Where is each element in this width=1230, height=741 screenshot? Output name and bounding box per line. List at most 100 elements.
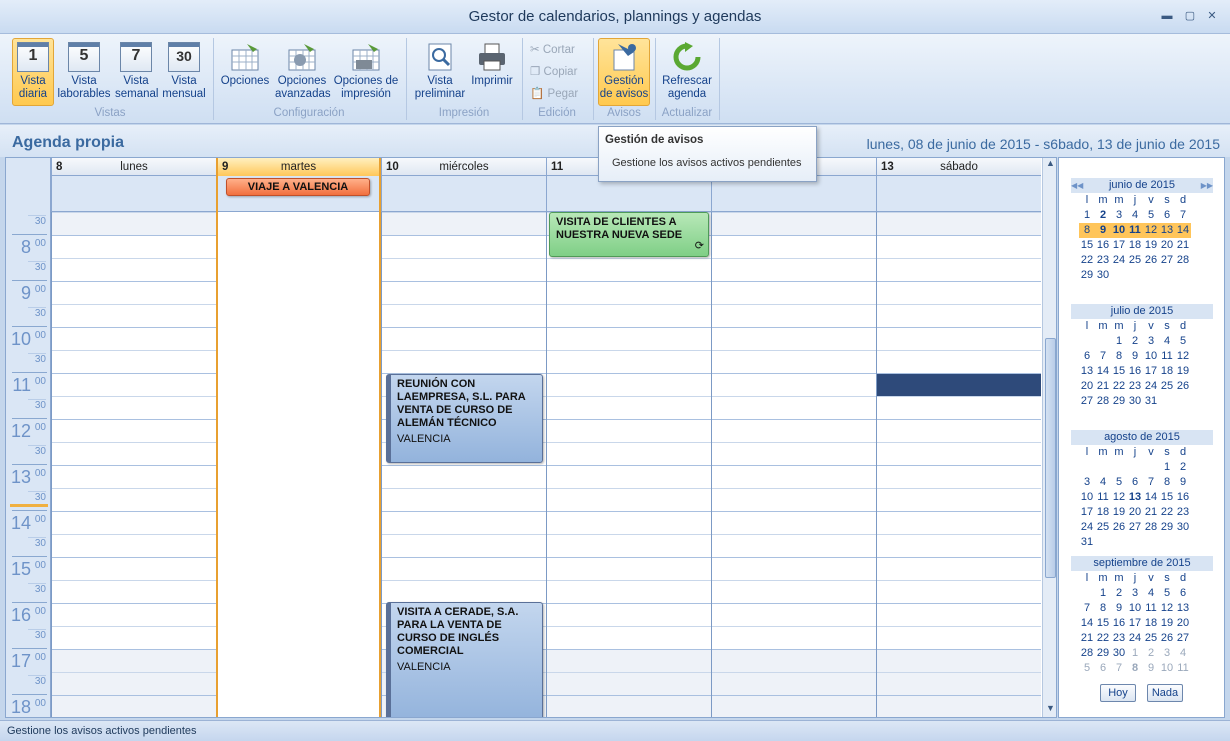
- day-col-9[interactable]: [216, 212, 381, 717]
- mini-calendar-day[interactable]: 12: [1143, 223, 1159, 238]
- day-col-11[interactable]: [546, 212, 711, 717]
- scroll-up-icon[interactable]: ▲: [1044, 158, 1056, 172]
- mini-calendar-day[interactable]: 15: [1095, 616, 1111, 631]
- mini-calendar-day[interactable]: 3: [1143, 334, 1159, 349]
- mini-calendar-day[interactable]: 5: [1143, 208, 1159, 223]
- mini-calendar-day[interactable]: 27: [1127, 520, 1143, 535]
- opciones-impresion-button[interactable]: Opciones de impresión: [332, 38, 400, 106]
- gestion-avisos-button[interactable]: Gestión de avisos: [598, 38, 650, 106]
- mini-calendar-day[interactable]: 6: [1159, 208, 1175, 223]
- mini-calendar-day[interactable]: 7: [1079, 601, 1095, 616]
- mini-calendar-day[interactable]: 4: [1143, 586, 1159, 601]
- event-reunion-laempresa[interactable]: REUNIÓN CON LAEMPRESA, S.L. PARA VENTA D…: [386, 374, 543, 463]
- mini-calendar-day[interactable]: 23: [1127, 379, 1143, 394]
- mini-calendar-day[interactable]: 8: [1159, 475, 1175, 490]
- mini-calendar-day[interactable]: 25: [1127, 253, 1143, 268]
- allday-cell[interactable]: [51, 176, 216, 212]
- mini-calendar-day[interactable]: 12: [1159, 601, 1175, 616]
- mini-calendar-day[interactable]: 7: [1143, 475, 1159, 490]
- mini-calendar-day[interactable]: 18: [1095, 505, 1111, 520]
- mini-calendar-day[interactable]: 22: [1079, 253, 1095, 268]
- mini-calendar-day[interactable]: 16: [1175, 490, 1191, 505]
- mini-calendar-day[interactable]: 17: [1079, 505, 1095, 520]
- mini-calendar-day[interactable]: 8: [1095, 601, 1111, 616]
- mini-calendar-day[interactable]: 8: [1079, 223, 1095, 238]
- mini-calendar-day[interactable]: 28: [1143, 520, 1159, 535]
- mini-calendar-day[interactable]: 9: [1095, 223, 1111, 238]
- mini-calendar-day[interactable]: 11: [1143, 601, 1159, 616]
- mini-calendar-day[interactable]: 29: [1079, 268, 1095, 283]
- vista-semanal-button[interactable]: 7 Vista semanal: [114, 38, 158, 106]
- mini-calendar-day[interactable]: 20: [1079, 379, 1095, 394]
- mini-calendar-day[interactable]: 4: [1127, 208, 1143, 223]
- scroll-down-icon[interactable]: ▼: [1044, 703, 1056, 717]
- mini-calendar-day[interactable]: 30: [1175, 520, 1191, 535]
- mini-calendar-day[interactable]: 9: [1175, 475, 1191, 490]
- mini-calendar-day[interactable]: 19: [1111, 505, 1127, 520]
- mini-calendar-day[interactable]: 30: [1095, 268, 1111, 283]
- cortar-button[interactable]: ✂ Cortar: [530, 42, 575, 56]
- allday-cell[interactable]: [876, 176, 1041, 212]
- imprimir-button[interactable]: Imprimir: [468, 38, 516, 106]
- mini-calendar-day[interactable]: 13: [1175, 601, 1191, 616]
- mini-calendar-day[interactable]: 2: [1111, 586, 1127, 601]
- mini-calendar-day[interactable]: 7: [1175, 208, 1191, 223]
- mini-calendar-day[interactable]: 6: [1127, 475, 1143, 490]
- mini-calendar-day[interactable]: 15: [1159, 490, 1175, 505]
- mini-calendar-day[interactable]: 18: [1143, 616, 1159, 631]
- mini-calendar-day[interactable]: 21: [1143, 505, 1159, 520]
- mini-calendar-day[interactable]: 2: [1143, 646, 1159, 661]
- mini-calendar-day[interactable]: 9: [1143, 661, 1159, 676]
- mini-calendar-day[interactable]: 26: [1143, 253, 1159, 268]
- mini-calendar-day[interactable]: 5: [1175, 334, 1191, 349]
- mini-calendar-day[interactable]: 3: [1079, 475, 1095, 490]
- mini-calendar-day[interactable]: 6: [1079, 349, 1095, 364]
- day-col-13[interactable]: [876, 212, 1041, 717]
- mini-calendar-day[interactable]: 31: [1143, 394, 1159, 409]
- prev-month-icon[interactable]: ◀◀: [1071, 178, 1083, 193]
- mini-calendar-day[interactable]: 18: [1159, 364, 1175, 379]
- day-header-1[interactable]: lunes 8: [51, 158, 216, 176]
- mini-calendar-day[interactable]: 31: [1079, 535, 1095, 550]
- selected-time-slot[interactable]: [877, 374, 1041, 396]
- mini-calendar-day[interactable]: 5: [1159, 586, 1175, 601]
- hoy-button[interactable]: Hoy: [1100, 684, 1136, 702]
- mini-calendar-day[interactable]: 4: [1095, 475, 1111, 490]
- vertical-scrollbar[interactable]: ▲ ▼: [1042, 158, 1056, 717]
- mini-calendar-day[interactable]: 2: [1175, 460, 1191, 475]
- mini-calendar-day[interactable]: 13: [1159, 223, 1175, 238]
- day-col-8[interactable]: [51, 212, 216, 717]
- mini-calendar-day[interactable]: 10: [1111, 223, 1127, 238]
- mini-calendar-day[interactable]: 17: [1143, 364, 1159, 379]
- mini-calendar-day[interactable]: 1: [1127, 646, 1143, 661]
- mini-calendar-day[interactable]: 5: [1111, 475, 1127, 490]
- mini-calendar-day[interactable]: 10: [1079, 490, 1095, 505]
- mini-calendar-day[interactable]: 16: [1127, 364, 1143, 379]
- mini-calendar-day[interactable]: 7: [1111, 661, 1127, 676]
- mini-calendar-day[interactable]: 16: [1111, 616, 1127, 631]
- mini-calendar-day[interactable]: 24: [1127, 631, 1143, 646]
- mini-calendar-day[interactable]: 28: [1095, 394, 1111, 409]
- mini-calendar-day[interactable]: 26: [1175, 379, 1191, 394]
- all-day-area[interactable]: VIAJE A VALENCIA: [51, 176, 1041, 212]
- restore-button[interactable]: ▢: [1183, 9, 1197, 23]
- mini-calendar-day[interactable]: 5: [1079, 661, 1095, 676]
- mini-calendar-day[interactable]: 21: [1095, 379, 1111, 394]
- mini-calendar-day[interactable]: 13: [1127, 490, 1143, 505]
- mini-calendar-day[interactable]: 1: [1111, 334, 1127, 349]
- day-header-3[interactable]: miércoles 10: [381, 158, 546, 176]
- mini-calendar-day[interactable]: 9: [1127, 349, 1143, 364]
- mini-calendar-day[interactable]: 14: [1143, 490, 1159, 505]
- mini-calendar-day[interactable]: 6: [1175, 586, 1191, 601]
- mini-calendar-day[interactable]: 12: [1111, 490, 1127, 505]
- vista-laborables-button[interactable]: 5 Vista laborables: [56, 38, 112, 106]
- mini-calendar-day[interactable]: 23: [1095, 253, 1111, 268]
- mini-calendar-day[interactable]: 25: [1159, 379, 1175, 394]
- mini-calendar-day[interactable]: 30: [1111, 646, 1127, 661]
- minimize-button[interactable]: ▬: [1160, 9, 1174, 23]
- mini-calendar-day[interactable]: 1: [1079, 208, 1095, 223]
- close-button[interactable]: ✕: [1205, 9, 1219, 23]
- mini-calendar-day[interactable]: 14: [1095, 364, 1111, 379]
- scroll-thumb[interactable]: [1045, 338, 1056, 578]
- opciones-avanzadas-button[interactable]: Opciones avanzadas: [274, 38, 331, 106]
